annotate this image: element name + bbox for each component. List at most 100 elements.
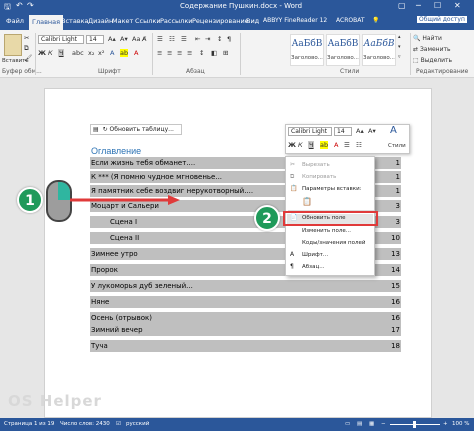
paste-icon[interactable] <box>4 34 22 56</box>
menu-item-paragraph[interactable]: Абзац... <box>302 264 324 270</box>
redo-icon[interactable]: ↷ <box>27 1 34 10</box>
toc-menu-icon[interactable]: ▤ <box>93 126 99 133</box>
increase-indent-icon[interactable]: ⇥ <box>205 35 210 43</box>
menu-item-cut[interactable]: Вырезать <box>302 162 330 168</box>
status-language[interactable]: русский <box>126 421 149 427</box>
proofing-icon[interactable]: ☑ <box>116 421 121 427</box>
minimize-icon[interactable]: ─ <box>416 1 421 10</box>
underline-button[interactable]: Ч <box>58 49 65 57</box>
multilevel-icon[interactable]: ☰ <box>181 35 187 43</box>
select-button[interactable]: ⬚ Выделить <box>413 57 452 64</box>
styles-scroll-up-icon[interactable]: ▴ <box>398 34 401 40</box>
mini-bullets-icon[interactable]: ☰ <box>344 141 350 149</box>
close-icon[interactable]: ✕ <box>454 1 461 10</box>
mini-size-select[interactable]: 14 <box>334 127 352 136</box>
tab-file[interactable]: Файл <box>6 17 24 25</box>
cut-icon[interactable]: ✂ <box>24 34 29 42</box>
font-name-select[interactable]: Calibri Light <box>38 35 84 44</box>
bullets-icon[interactable]: ☰ <box>157 35 163 43</box>
align-left-icon[interactable]: ≡ <box>157 49 162 57</box>
borders-icon[interactable]: ⊞ <box>223 49 228 57</box>
toc-row[interactable]: У лукоморья дуб зеленый... 15 <box>90 280 401 292</box>
justify-icon[interactable]: ≡ <box>187 49 192 57</box>
mini-highlight-icon[interactable]: ab <box>320 141 329 149</box>
line-spacing-icon[interactable]: ↕ <box>199 49 204 57</box>
undo-icon[interactable]: ↶ <box>16 1 23 10</box>
show-marks-icon[interactable]: ¶ <box>227 35 231 43</box>
mini-font-select[interactable]: Calibri Light <box>288 127 332 136</box>
tell-me-icon[interactable]: 💡 <box>372 17 379 24</box>
shrink-font-icon[interactable]: A▾ <box>120 35 128 43</box>
mini-styles-icon[interactable]: A <box>390 125 397 136</box>
tab-view[interactable]: Вид <box>246 17 259 25</box>
find-button[interactable]: 🔍 Найти <box>413 35 442 42</box>
mini-italic-button[interactable]: К <box>298 141 303 149</box>
maximize-icon[interactable]: ☐ <box>434 1 441 10</box>
share-button[interactable]: Общий доступ <box>417 16 467 23</box>
replace-button[interactable]: ⇄ Заменить <box>413 46 451 53</box>
mini-font-color-icon[interactable]: A <box>334 141 338 149</box>
toc-row[interactable]: Няне 16 <box>90 296 401 308</box>
mini-grow-font-icon[interactable]: A▴ <box>356 127 364 135</box>
subscript-icon[interactable]: x₂ <box>88 49 94 57</box>
tab-review[interactable]: Рецензирование <box>192 17 249 25</box>
sort-icon[interactable]: ↕ <box>217 35 222 43</box>
styles-scroll-down-icon[interactable]: ▾ <box>398 44 401 50</box>
menu-item-copy[interactable]: Копировать <box>302 174 336 180</box>
print-layout-icon[interactable]: ▤ <box>357 421 362 427</box>
mini-bold-button[interactable]: Ж <box>288 141 296 149</box>
text-effects-icon[interactable]: A <box>110 49 114 57</box>
paste-keep-format-icon[interactable]: 📋 <box>302 197 312 206</box>
tab-mailings[interactable]: Рассылки <box>160 17 193 25</box>
decrease-indent-icon[interactable]: ⇤ <box>195 35 200 43</box>
tab-acrobat[interactable]: ACROBAT <box>336 17 365 24</box>
font-size-select[interactable]: 14 <box>86 35 104 44</box>
tab-references[interactable]: Ссылки <box>135 17 161 25</box>
zoom-slider-thumb[interactable] <box>413 421 416 428</box>
align-center-icon[interactable]: ≡ <box>167 49 172 57</box>
style-heading-2[interactable]: АаБбВ Заголово... <box>326 34 360 66</box>
update-table-icon[interactable]: ↻ <box>103 126 108 133</box>
menu-item-font[interactable]: Шрифт... <box>302 252 328 258</box>
web-layout-icon[interactable]: ▦ <box>369 421 374 427</box>
status-page[interactable]: Страница 1 из 19 <box>4 421 54 427</box>
copy-icon[interactable]: ⧉ <box>24 44 29 53</box>
zoom-in-icon[interactable]: + <box>443 421 448 427</box>
menu-item-field-codes[interactable]: Коды/значения полей <box>302 240 365 246</box>
tab-home[interactable]: Главная <box>29 15 64 30</box>
read-mode-icon[interactable]: ▭ <box>345 421 350 427</box>
align-right-icon[interactable]: ≡ <box>177 49 182 57</box>
highlight-icon[interactable]: ab <box>120 49 129 57</box>
clear-format-icon[interactable]: A̸ <box>142 35 146 43</box>
tab-design[interactable]: Дизайн <box>88 17 113 25</box>
styles-more-icon[interactable]: ▿ <box>398 54 401 60</box>
font-color-icon[interactable]: A <box>134 49 138 57</box>
tab-layout[interactable]: Макет <box>112 17 133 25</box>
mini-shrink-font-icon[interactable]: A▾ <box>368 127 376 135</box>
ribbon-display-icon[interactable]: ▢ <box>398 1 406 10</box>
shading-icon[interactable]: ◧ <box>211 49 217 57</box>
tab-abbyy[interactable]: ABBYY FineReader 12 <box>263 17 327 24</box>
numbering-icon[interactable]: ☷ <box>169 35 175 43</box>
bold-button[interactable]: Ж <box>38 49 46 57</box>
mini-numbering-icon[interactable]: ☷ <box>356 141 362 149</box>
mini-underline-button[interactable]: Ч <box>308 141 315 149</box>
change-case-icon[interactable]: Aa <box>132 35 140 43</box>
toc-row[interactable]: Зимний вечер 17 <box>90 324 401 336</box>
menu-item-edit-field[interactable]: Изменить поле... <box>302 228 351 234</box>
style-heading-1[interactable]: АаБбВ Заголово... <box>290 34 324 66</box>
strikethrough-icon[interactable]: abc <box>72 49 84 57</box>
save-icon[interactable]: 🖫 <box>4 1 11 15</box>
tab-insert[interactable]: Вставка <box>61 17 89 25</box>
italic-button[interactable]: К <box>48 49 53 57</box>
style-heading-3[interactable]: АаБбВ Заголово... <box>362 34 396 66</box>
update-table-button[interactable]: Обновить таблицу... <box>110 126 174 133</box>
zoom-out-icon[interactable]: − <box>381 421 386 427</box>
toc-row[interactable]: Осень (отрывок) 16 <box>90 312 401 324</box>
grow-font-icon[interactable]: A▴ <box>108 35 116 43</box>
format-painter-icon[interactable]: 🖌 <box>24 54 32 62</box>
status-zoom[interactable]: 100 % <box>452 421 469 427</box>
status-words[interactable]: Число слов: 2430 <box>60 421 110 427</box>
superscript-icon[interactable]: x² <box>98 49 104 57</box>
toc-row[interactable]: Туча 18 <box>90 340 401 352</box>
